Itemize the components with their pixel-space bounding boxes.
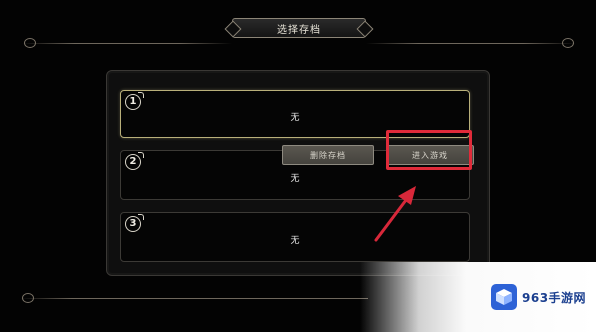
slot-status: 无 [290, 113, 300, 123]
highlight-annotation-box [386, 130, 472, 170]
dialog-title-text: 选择存档 [277, 24, 321, 36]
top-ornament-left [22, 43, 232, 44]
top-ornament-right [366, 43, 576, 44]
watermark-text: 963手游网 [522, 290, 587, 305]
site-watermark: 963手游网 [490, 280, 594, 314]
slot-number-badge: 3 [125, 214, 144, 232]
bottom-ornament [20, 298, 368, 299]
ornament-curl-right-icon [562, 38, 574, 48]
ornament-curl-bottom-icon [22, 293, 34, 303]
slot-number-badge: 2 [125, 152, 144, 170]
slot-number-badge: 1 [125, 92, 144, 110]
delete-save-button[interactable]: 删除存档 [282, 145, 374, 165]
cube-logo-icon [491, 284, 517, 310]
slot-status: 无 [290, 236, 300, 246]
dialog-title: 选择存档 [232, 18, 366, 38]
slot-status: 无 [290, 174, 300, 184]
save-slot-3[interactable]: 3 无 [120, 212, 470, 262]
ornament-curl-left-icon [24, 38, 36, 48]
delete-save-label: 删除存档 [310, 150, 346, 160]
